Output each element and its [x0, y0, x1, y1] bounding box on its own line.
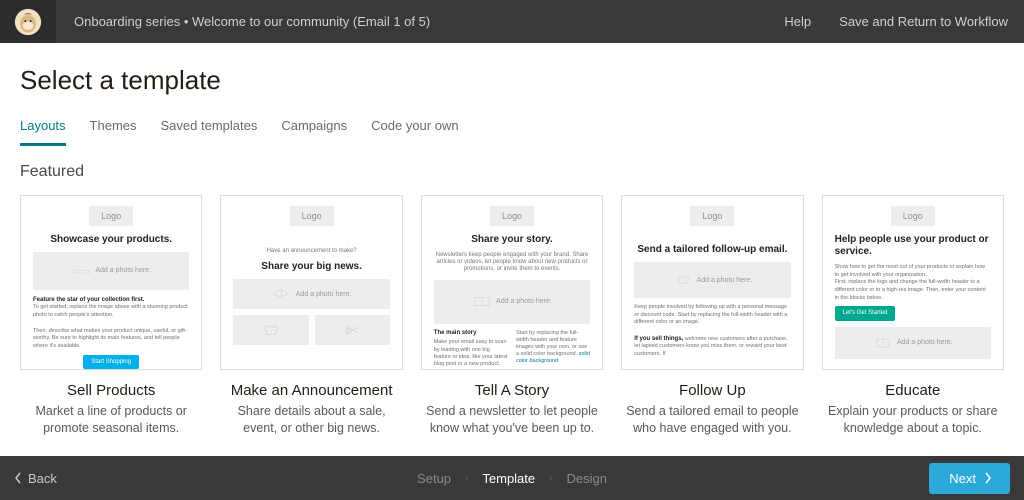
photo-slot: Add a photo here. — [33, 252, 189, 290]
tab-saved-templates[interactable]: Saved templates — [161, 118, 258, 146]
photo-slot: Add a photo here. — [233, 279, 389, 309]
top-bar: Onboarding series • Welcome to our commu… — [0, 0, 1024, 43]
megaphone-icon — [272, 288, 292, 300]
main-content: Select a template Layouts Themes Saved t… — [0, 43, 1024, 456]
book-icon — [873, 337, 893, 349]
template-card-follow-up[interactable]: Logo Send a tailored follow-up email. Ad… — [621, 195, 803, 437]
template-desc: Share details about a sale, event, or ot… — [220, 403, 402, 437]
template-title: Follow Up — [621, 382, 803, 399]
template-title: Make an Announcement — [220, 382, 402, 399]
logo-chip: Logo — [290, 206, 334, 226]
template-title: Sell Products — [20, 382, 202, 399]
breadcrumb: Onboarding series • Welcome to our commu… — [74, 14, 430, 29]
wizard-steps: Setup › Template › Design — [417, 471, 607, 486]
template-desc: Send a tailored email to people who have… — [621, 403, 803, 437]
template-desc: Send a newsletter to let people know wha… — [421, 403, 603, 437]
save-return-link[interactable]: Save and Return to Workflow — [839, 14, 1008, 29]
template-thumb: Logo Send a tailored follow-up email. Ad… — [621, 195, 803, 370]
tab-code-your-own[interactable]: Code your own — [371, 118, 458, 146]
tab-themes[interactable]: Themes — [90, 118, 137, 146]
template-desc: Explain your products or share knowledge… — [822, 403, 1004, 437]
chevron-right-icon — [984, 472, 992, 484]
photo-slot — [233, 315, 308, 345]
footer-bar: Back Setup › Template › Design Next — [0, 456, 1024, 500]
thumb-headline: Showcase your products. — [50, 234, 172, 246]
template-thumb: Logo Share your story. Newsletters keep … — [421, 195, 603, 370]
photo-slot: Add a photo here. — [634, 262, 790, 298]
photo-slot — [315, 315, 390, 345]
book-icon — [472, 296, 492, 308]
step-design[interactable]: Design — [566, 471, 606, 486]
thumb-headline: Send a tailored follow-up email. — [637, 244, 787, 256]
brand-logo[interactable] — [0, 0, 56, 43]
template-thumb: Logo Showcase your products. Add a photo… — [20, 195, 202, 370]
logo-chip: Logo — [690, 206, 734, 226]
next-button[interactable]: Next — [929, 463, 1010, 494]
featured-grid: Logo Showcase your products. Add a photo… — [20, 195, 1004, 437]
template-thumb: Logo Have an announcement to make? Share… — [220, 195, 402, 370]
help-link[interactable]: Help — [784, 14, 811, 29]
template-card-announcement[interactable]: Logo Have an announcement to make? Share… — [220, 195, 402, 437]
shirt-icon — [261, 324, 281, 336]
template-title: Tell A Story — [421, 382, 603, 399]
photo-slot: Add a photo here. — [434, 280, 590, 324]
template-card-educate[interactable]: Logo Help people use your product or ser… — [822, 195, 1004, 437]
wave-icon — [673, 274, 693, 286]
photo-slot: Add a photo here. — [835, 327, 991, 359]
thumb-subhead: Have an announcement to make? — [267, 248, 357, 255]
thumb-headline: Share your big news. — [261, 261, 362, 273]
step-template[interactable]: Template — [482, 471, 535, 486]
tab-layouts[interactable]: Layouts — [20, 118, 66, 146]
section-featured: Featured — [20, 163, 1004, 181]
cta-chip: Start Shopping — [83, 355, 139, 369]
tab-campaigns[interactable]: Campaigns — [281, 118, 347, 146]
template-tabs: Layouts Themes Saved templates Campaigns… — [20, 118, 1004, 147]
page-title: Select a template — [20, 65, 1004, 96]
template-desc: Market a line of products or promote sea… — [20, 403, 202, 437]
chevron-left-icon — [14, 472, 22, 484]
mailchimp-icon — [14, 8, 42, 36]
scissors-icon — [342, 324, 362, 336]
thumb-subhead: Newsletters keep people engaged with you… — [434, 252, 590, 274]
template-thumb: Logo Help people use your product or ser… — [822, 195, 1004, 370]
shoe-icon — [71, 265, 91, 277]
thumb-headline: Share your story. — [471, 234, 553, 246]
logo-chip: Logo — [891, 206, 935, 226]
back-button[interactable]: Back — [14, 471, 57, 486]
template-card-sell-products[interactable]: Logo Showcase your products. Add a photo… — [20, 195, 202, 437]
thumb-headline: Help people use your product or service. — [835, 234, 991, 258]
logo-chip: Logo — [490, 206, 534, 226]
cta-chip: Let's Get Started — [835, 306, 896, 320]
template-card-tell-a-story[interactable]: Logo Share your story. Newsletters keep … — [421, 195, 603, 437]
chevron-right-icon: › — [465, 473, 468, 484]
step-setup[interactable]: Setup — [417, 471, 451, 486]
template-title: Educate — [822, 382, 1004, 399]
chevron-right-icon: › — [549, 473, 552, 484]
logo-chip: Logo — [89, 206, 133, 226]
